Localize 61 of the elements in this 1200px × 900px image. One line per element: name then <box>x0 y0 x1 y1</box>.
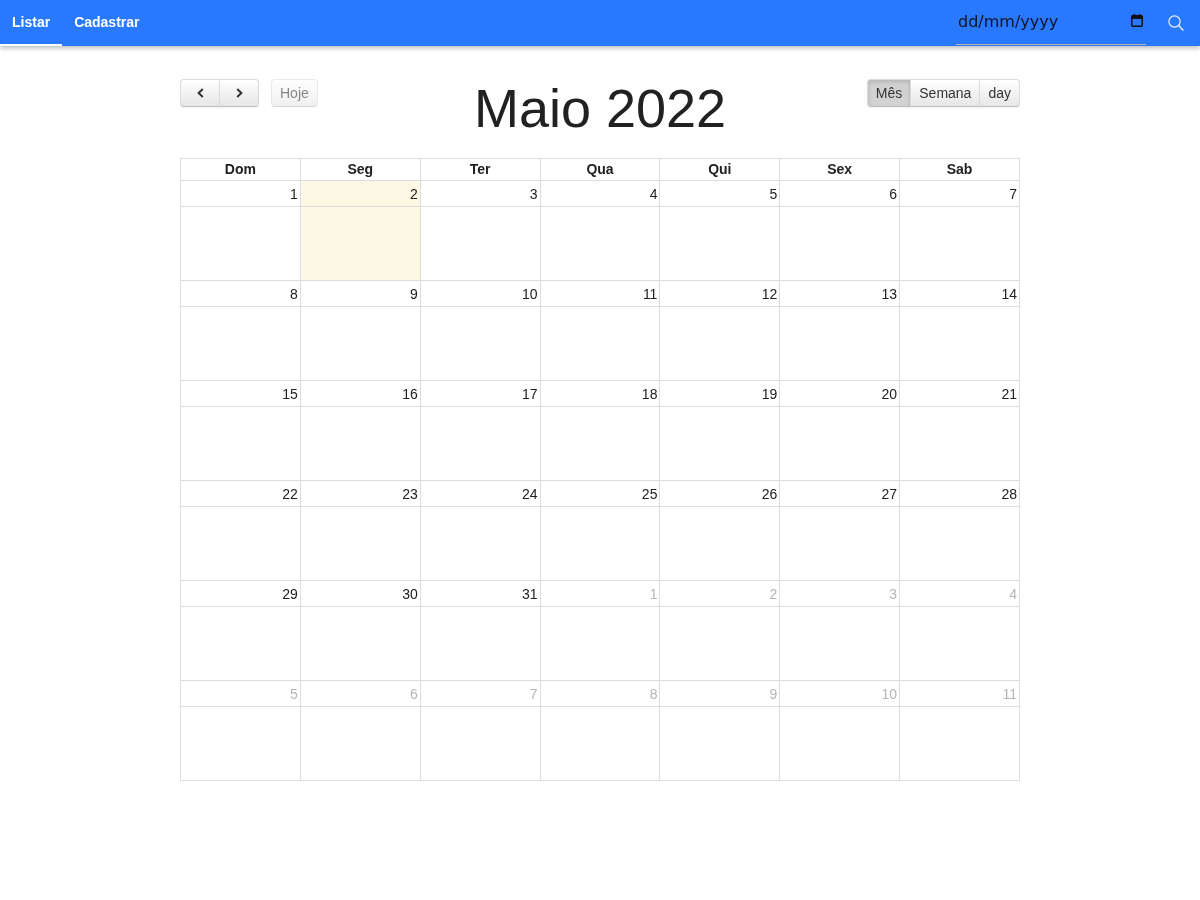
view-button[interactable]: Mês <box>866 79 912 107</box>
day-number: 17 <box>522 385 538 402</box>
day-number: 24 <box>522 485 538 502</box>
weekday-header: Sex <box>780 159 901 181</box>
day-number: 21 <box>1001 385 1017 402</box>
day-number: 7 <box>1009 185 1017 202</box>
month-title: Maio 2022 <box>473 81 727 135</box>
weekday-header: Sab <box>900 159 1020 181</box>
day-number: 12 <box>761 285 778 302</box>
date-field[interactable]: dd/mm/yyyy <box>956 0 1146 45</box>
day-number: 6 <box>409 685 418 702</box>
view-button[interactable]: Semana <box>910 79 981 107</box>
search-icon[interactable] <box>1168 15 1184 31</box>
day-number: 9 <box>409 285 418 302</box>
day-number: 27 <box>881 485 898 502</box>
next-button[interactable] <box>219 79 259 107</box>
day-number: 26 <box>761 485 778 502</box>
day-number: 18 <box>641 385 658 402</box>
day-number: 30 <box>402 585 418 602</box>
day-number: 23 <box>402 485 418 502</box>
day-number: 15 <box>282 385 298 402</box>
day-number: 1 <box>649 585 658 602</box>
day-number: 3 <box>889 585 898 602</box>
day-number: 8 <box>290 285 298 302</box>
day-number: 19 <box>761 385 778 402</box>
day-number: 11 <box>642 285 658 302</box>
day-number: 28 <box>1001 485 1017 502</box>
chevron-right-icon <box>235 88 243 98</box>
day-number: 10 <box>522 285 538 302</box>
day-number: 6 <box>889 185 898 202</box>
weekday-header: Dom <box>181 159 301 181</box>
day-number: 2 <box>769 585 778 602</box>
day-number: 5 <box>769 185 778 202</box>
view-button[interactable]: day <box>979 79 1020 107</box>
day-number: 4 <box>1009 585 1017 602</box>
weekday-header: Ter <box>420 159 541 181</box>
day-number: 8 <box>649 685 658 702</box>
day-number: 31 <box>522 585 538 602</box>
day-number: 22 <box>282 485 298 502</box>
calendar-icon[interactable] <box>1131 14 1143 27</box>
nav-tab[interactable]: Listar <box>0 0 63 46</box>
weekday-header: Qua <box>540 159 661 181</box>
day-number: 13 <box>881 285 898 302</box>
day-number: 25 <box>641 485 658 502</box>
day-number: 20 <box>881 385 898 402</box>
day-number: 9 <box>769 685 778 702</box>
prev-button[interactable] <box>180 79 220 107</box>
day-number: 10 <box>881 685 898 702</box>
day-number: 3 <box>529 185 538 202</box>
day-number: 29 <box>282 585 298 602</box>
day-number: 7 <box>529 685 538 702</box>
day-number: 1 <box>290 185 298 202</box>
day-number: 14 <box>1001 285 1017 302</box>
weekday-header: Qui <box>660 159 781 181</box>
nav-tab[interactable]: Cadastrar <box>62 0 152 46</box>
day-number: 4 <box>649 185 658 202</box>
day-number: 16 <box>402 385 418 402</box>
chevron-left-icon <box>196 88 204 98</box>
day-number: 5 <box>290 685 298 702</box>
day-number: 11 <box>1002 685 1017 702</box>
day-number: 2 <box>409 185 418 202</box>
